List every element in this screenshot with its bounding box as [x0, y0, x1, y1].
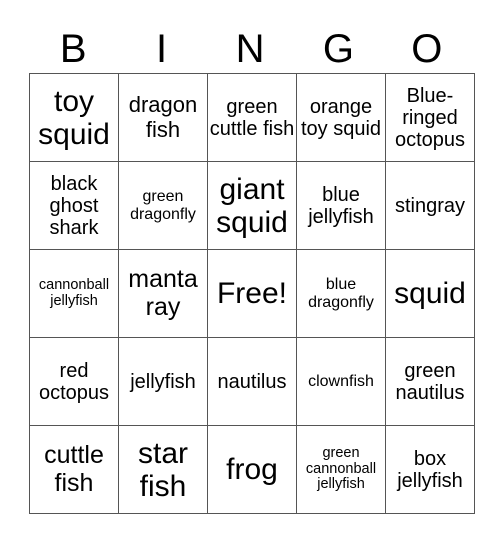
bingo-cell[interactable]: green cannonball jellyfish [296, 425, 386, 514]
bingo-cell[interactable]: box jellyfish [385, 425, 475, 514]
header-letter-i: I [156, 27, 168, 71]
bingo-cell[interactable]: giant squid [207, 161, 297, 250]
bingo-cell[interactable]: green dragonfly [118, 161, 208, 250]
grid-row: cannonball jellyfish manta ray Free! blu… [29, 249, 475, 338]
header-letter-n: N [235, 27, 265, 71]
bingo-cell[interactable]: orange toy squid [296, 73, 386, 162]
bingo-cell[interactable]: clownfish [296, 337, 386, 426]
bingo-cell[interactable]: squid [385, 249, 475, 338]
bingo-cell[interactable]: black ghost shark [29, 161, 119, 250]
bingo-header: B I N G O [29, 24, 471, 74]
bingo-cell[interactable]: green cuttle fish [207, 73, 297, 162]
header-letter-b: B [59, 27, 87, 71]
bingo-cell[interactable]: cannonball jellyfish [29, 249, 119, 338]
bingo-cell[interactable]: jellyfish [118, 337, 208, 426]
grid-row: toy squid dragon fish green cuttle fish … [29, 73, 475, 162]
bingo-cell[interactable]: blue dragonfly [296, 249, 386, 338]
bingo-cell[interactable]: red octopus [29, 337, 119, 426]
bingo-cell[interactable]: blue jellyfish [296, 161, 386, 250]
grid-row: red octopus jellyfish nautilus clownfish… [29, 337, 475, 426]
bingo-grid: toy squid dragon fish green cuttle fish … [29, 73, 475, 514]
bingo-cell[interactable]: stingray [385, 161, 475, 250]
grid-row: black ghost shark green dragonfly giant … [29, 161, 475, 250]
bingo-cell[interactable]: frog [207, 425, 297, 514]
bingo-cell[interactable]: star fish [118, 425, 208, 514]
free-space-cell[interactable]: Free! [207, 249, 297, 338]
header-letter-g: G [322, 27, 354, 71]
bingo-cell[interactable]: cuttle fish [29, 425, 119, 514]
bingo-cell[interactable]: dragon fish [118, 73, 208, 162]
bingo-cell[interactable]: toy squid [29, 73, 119, 162]
bingo-cell[interactable]: nautilus [207, 337, 297, 426]
header-letter-o: O [411, 27, 443, 71]
bingo-cell[interactable]: manta ray [118, 249, 208, 338]
bingo-cell[interactable]: Blue-ringed octopus [385, 73, 475, 162]
bingo-cell[interactable]: green nautilus [385, 337, 475, 426]
grid-row: cuttle fish star fish frog green cannonb… [29, 425, 475, 514]
